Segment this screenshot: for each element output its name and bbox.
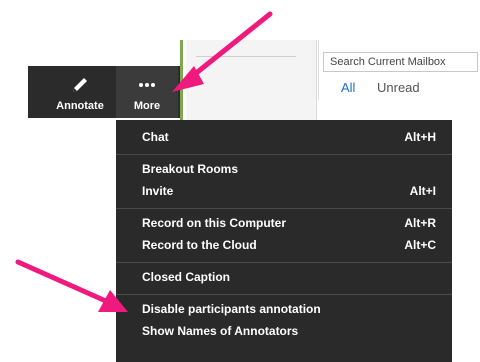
menu-item-label: Record to the Cloud — [142, 238, 257, 252]
menu-item-invite[interactable]: Invite Alt+I — [116, 180, 452, 202]
more-button[interactable]: More — [116, 66, 178, 118]
menu-item-shortcut: Alt+R — [404, 216, 436, 230]
menu-item-record-computer[interactable]: Record on this Computer Alt+R — [116, 212, 452, 234]
menu-item-label: Record on this Computer — [142, 216, 287, 230]
menu-item-show-annotator-names[interactable]: Show Names of Annotators — [116, 320, 452, 342]
menu-item-record-cloud[interactable]: Record to the Cloud Alt+C — [116, 234, 452, 256]
menu-divider — [116, 294, 452, 295]
menu-divider — [116, 262, 452, 263]
menu-divider — [116, 208, 452, 209]
menu-item-disable-annotation[interactable]: Disable participants annotation — [116, 298, 452, 320]
menu-item-closed-caption[interactable]: Closed Caption — [116, 266, 452, 288]
menu-item-shortcut: Alt+H — [404, 130, 436, 144]
menu-divider — [116, 154, 452, 155]
menu-item-breakout-rooms[interactable]: Breakout Rooms — [116, 158, 452, 180]
filter-all-tab[interactable]: All — [341, 80, 355, 95]
pencil-icon — [69, 74, 91, 101]
menu-item-chat[interactable]: Chat Alt+H — [116, 126, 452, 148]
menu-item-label: Breakout Rooms — [142, 162, 239, 176]
column-divider — [318, 40, 319, 100]
annotate-button[interactable]: Annotate — [46, 66, 114, 118]
filter-unread-tab[interactable]: Unread — [377, 80, 420, 95]
menu-item-label: Disable participants annotation — [142, 302, 321, 316]
menu-item-label: Show Names of Annotators — [142, 324, 299, 338]
meeting-toolbar: Annotate More — [28, 66, 180, 118]
panel-divider — [196, 56, 296, 57]
annotate-label: Annotate — [56, 100, 104, 112]
menu-item-label: Invite — [142, 184, 174, 198]
ellipsis-icon — [136, 74, 158, 101]
menu-item-label: Closed Caption — [142, 270, 231, 284]
menu-item-shortcut: Alt+I — [409, 184, 436, 198]
search-input[interactable]: Search Current Mailbox — [323, 52, 478, 72]
more-label: More — [133, 100, 161, 112]
menu-item-label: Chat — [142, 130, 169, 144]
more-menu: Chat Alt+H Breakout Rooms Invite Alt+I R… — [116, 120, 452, 362]
menu-item-shortcut: Alt+C — [404, 238, 436, 252]
